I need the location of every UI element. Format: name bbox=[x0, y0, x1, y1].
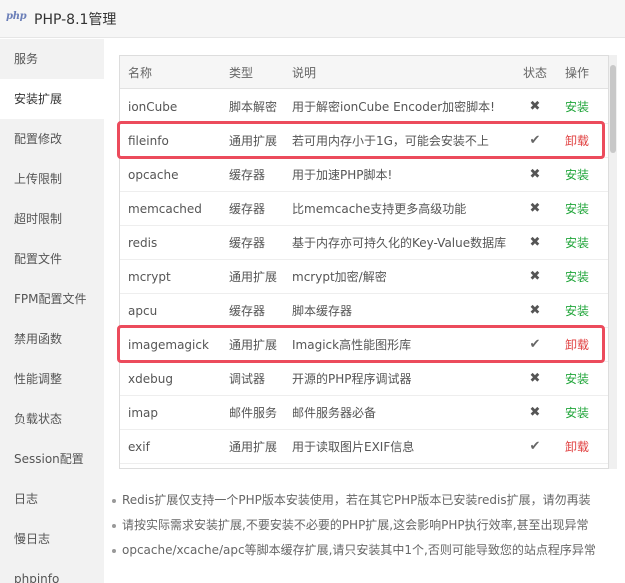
table-row: memcached 缓存器 比memcache支持更多高级功能 ✖ 安装 bbox=[120, 192, 608, 226]
note-item: 请按实际需求安装扩展,不要安装不必要的PHP扩展,这会影响PHP执行效率,甚至出… bbox=[110, 513, 620, 538]
note-text: 请按实际需求安装扩展,不要安装不必要的PHP扩展,这会影响PHP执行效率,甚至出… bbox=[122, 518, 589, 532]
note-text: Redis扩展仅支持一个PHP版本安装使用，若在其它PHP版本已安装redis扩… bbox=[122, 493, 591, 507]
not-installed-x-icon: ✖ bbox=[529, 303, 541, 318]
extension-type: 脚本解密 bbox=[229, 100, 278, 114]
table-row: xdebug 调试器 开源的PHP程序调试器 ✖ 安装 bbox=[120, 362, 608, 396]
table-scrollbar[interactable] bbox=[609, 55, 617, 469]
sidebar-item-service[interactable]: 服务 bbox=[0, 39, 104, 79]
sidebar-item-timeout-limit[interactable]: 超时限制 bbox=[0, 199, 104, 239]
bullet-icon bbox=[112, 524, 116, 528]
not-installed-x-icon: ✖ bbox=[529, 371, 541, 386]
not-installed-x-icon: ✖ bbox=[529, 269, 541, 284]
extension-description: 基于内存亦可持久化的Key-Value数据库 bbox=[292, 236, 507, 250]
install-button[interactable]: 安装 bbox=[565, 362, 589, 395]
sidebar-item-config-edit[interactable]: 配置修改 bbox=[0, 119, 104, 159]
install-button[interactable]: 安装 bbox=[565, 294, 589, 327]
note-item: Redis扩展仅支持一个PHP版本安装使用，若在其它PHP版本已安装redis扩… bbox=[110, 488, 620, 513]
extension-name: exif bbox=[128, 439, 150, 454]
sidebar-item-phpinfo[interactable]: phpinfo bbox=[0, 559, 104, 583]
extension-type: 缓存器 bbox=[229, 304, 266, 318]
not-installed-x-icon: ✖ bbox=[529, 405, 541, 420]
notes-list: Redis扩展仅支持一个PHP版本安装使用，若在其它PHP版本已安装redis扩… bbox=[110, 488, 620, 563]
extension-description: 用于读取图片EXIF信息 bbox=[292, 440, 415, 454]
not-installed-x-icon: ✖ bbox=[529, 167, 541, 182]
header-type: 类型 bbox=[229, 65, 254, 80]
bullet-icon bbox=[112, 499, 116, 503]
install-button[interactable]: 安装 bbox=[565, 396, 589, 429]
sidebar-item-upload-limit[interactable]: 上传限制 bbox=[0, 159, 104, 199]
extension-description: 用于解密ionCube Encoder加密脚本! bbox=[292, 100, 495, 114]
sidebar-item-config-file[interactable]: 配置文件 bbox=[0, 239, 104, 279]
sidebar: 服务 安装扩展 配置修改 上传限制 超时限制 配置文件 FPM配置文件 禁用函数… bbox=[0, 39, 104, 583]
not-installed-x-icon: ✖ bbox=[529, 201, 541, 216]
sidebar-item-session-config[interactable]: Session配置 bbox=[0, 439, 104, 479]
installed-check-icon: ✔ bbox=[529, 439, 541, 454]
extension-type: 缓存器 bbox=[229, 168, 266, 182]
header-name: 名称 bbox=[128, 65, 153, 80]
extension-type: 通用扩展 bbox=[229, 440, 278, 454]
extension-name: xdebug bbox=[128, 371, 173, 386]
not-installed-x-icon: ✖ bbox=[529, 99, 541, 114]
extension-name: opcache bbox=[128, 167, 179, 182]
title-bar: php PHP-8.1管理 bbox=[0, 0, 625, 38]
extension-description: 脚本缓存器 bbox=[292, 304, 353, 318]
extension-description: mcrypt加密/解密 bbox=[292, 270, 387, 284]
highlight-box bbox=[117, 325, 605, 363]
extension-type: 邮件服务 bbox=[229, 406, 278, 420]
table-row: imap 邮件服务 邮件服务器必备 ✖ 安装 bbox=[120, 396, 608, 430]
bullet-icon bbox=[112, 549, 116, 553]
install-button[interactable]: 安装 bbox=[565, 226, 589, 259]
sidebar-item-log[interactable]: 日志 bbox=[0, 479, 104, 519]
php-logo-icon: php bbox=[6, 11, 27, 22]
header-status: 状态 bbox=[523, 65, 548, 80]
extension-name: mcrypt bbox=[128, 269, 171, 284]
extension-name: imap bbox=[128, 405, 158, 420]
extension-name: memcached bbox=[128, 201, 202, 216]
table-row: mcrypt 通用扩展 mcrypt加密/解密 ✖ 安装 bbox=[120, 260, 608, 294]
table-header: 名称 类型 说明 状态 操作 bbox=[120, 56, 608, 89]
extension-description: 用于加速PHP脚本! bbox=[292, 168, 393, 182]
header-description: 说明 bbox=[292, 65, 317, 80]
uninstall-button[interactable]: 卸载 bbox=[565, 430, 589, 463]
highlight-box bbox=[117, 121, 605, 159]
extension-name: apcu bbox=[128, 303, 158, 318]
install-button[interactable]: 安装 bbox=[565, 90, 589, 123]
extension-name: ionCube bbox=[128, 99, 178, 114]
sidebar-item-fpm-config-file[interactable]: FPM配置文件 bbox=[0, 279, 104, 319]
sidebar-item-disabled-functions[interactable]: 禁用函数 bbox=[0, 319, 104, 359]
extension-type: 调试器 bbox=[229, 372, 266, 386]
extension-description: 开源的PHP程序调试器 bbox=[292, 372, 412, 386]
table-row: apcu 缓存器 脚本缓存器 ✖ 安装 bbox=[120, 294, 608, 328]
not-installed-x-icon: ✖ bbox=[529, 235, 541, 250]
extension-description: 比memcache支持更多高级功能 bbox=[292, 202, 467, 216]
sidebar-item-slow-log[interactable]: 慢日志 bbox=[0, 519, 104, 559]
install-button[interactable]: 安装 bbox=[565, 158, 589, 191]
sidebar-item-performance-tuning[interactable]: 性能调整 bbox=[0, 359, 104, 399]
install-button[interactable]: 安装 bbox=[565, 260, 589, 293]
scrollbar-thumb[interactable] bbox=[610, 65, 616, 153]
sidebar-item-install-extensions[interactable]: 安装扩展 bbox=[0, 79, 104, 119]
sidebar-item-load-status[interactable]: 负载状态 bbox=[0, 399, 104, 439]
window-title: PHP-8.1管理 bbox=[34, 12, 117, 28]
header-operation: 操作 bbox=[565, 65, 590, 80]
table-row: ionCube 脚本解密 用于解密ionCube Encoder加密脚本! ✖ 安装 bbox=[120, 90, 608, 124]
note-item: opcache/xcache/apc等脚本缓存扩展,请只安装其中1个,否则可能导… bbox=[110, 538, 620, 563]
extension-type: 通用扩展 bbox=[229, 270, 278, 284]
table-row: redis 缓存器 基于内存亦可持久化的Key-Value数据库 ✖ 安装 bbox=[120, 226, 608, 260]
install-button[interactable]: 安装 bbox=[565, 192, 589, 225]
extension-description: 邮件服务器必备 bbox=[292, 406, 377, 420]
note-text: opcache/xcache/apc等脚本缓存扩展,请只安装其中1个,否则可能导… bbox=[122, 543, 596, 557]
table-row: exif 通用扩展 用于读取图片EXIF信息 ✔ 卸载 bbox=[120, 430, 608, 464]
extension-type: 缓存器 bbox=[229, 202, 266, 216]
extension-name: redis bbox=[128, 235, 158, 250]
extensions-table: 名称 类型 说明 状态 操作 ionCube 脚本解密 用于解密ionCube En… bbox=[119, 55, 609, 469]
table-row: opcache 缓存器 用于加速PHP脚本! ✖ 安装 bbox=[120, 158, 608, 192]
extension-type: 缓存器 bbox=[229, 236, 266, 250]
